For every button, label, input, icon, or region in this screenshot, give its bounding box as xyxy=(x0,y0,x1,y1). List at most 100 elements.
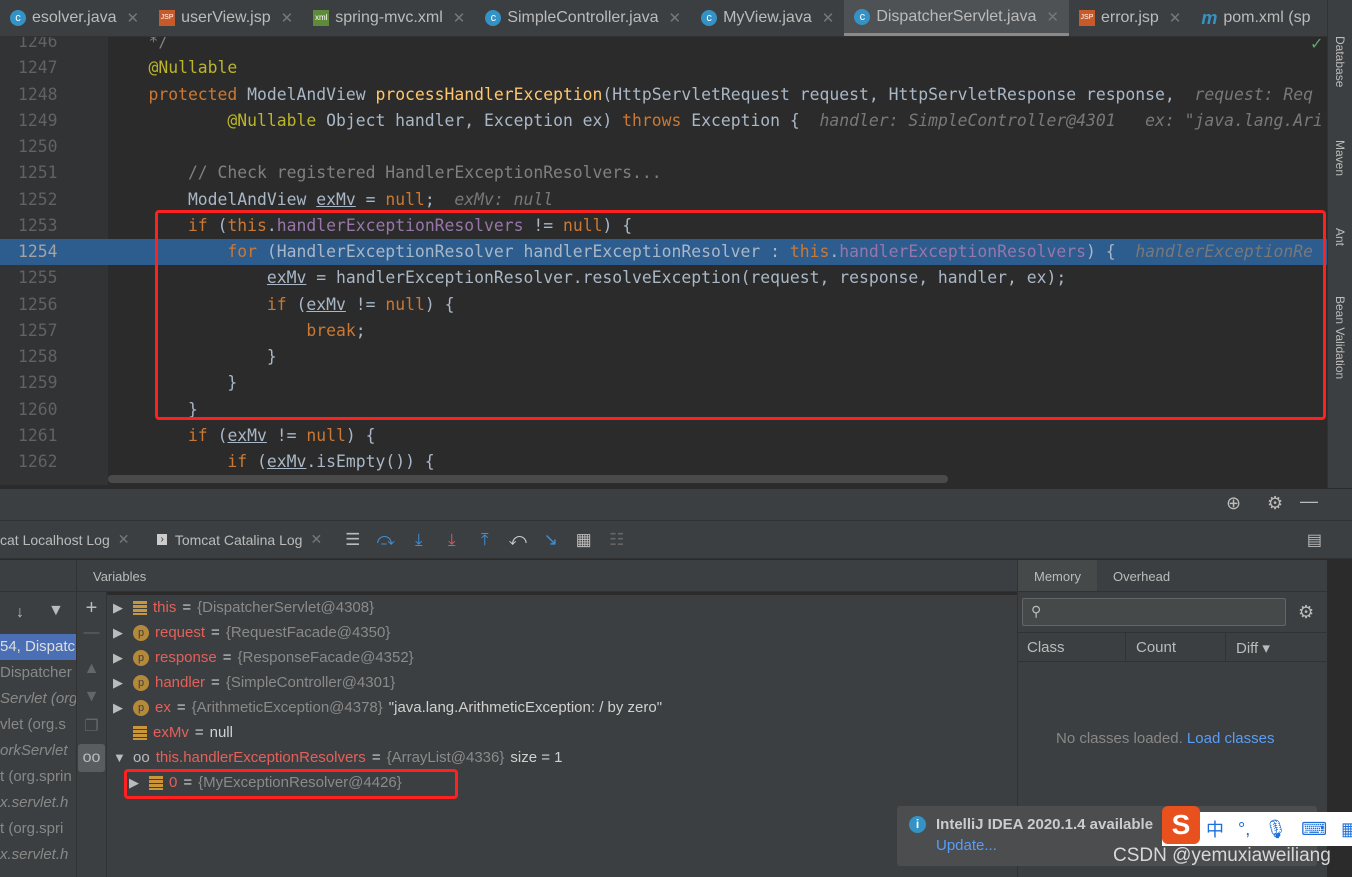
expand-icon[interactable]: ▶ xyxy=(113,700,127,716)
trace-icon[interactable]: ☷ xyxy=(600,530,633,550)
variable-row[interactable]: ▶ p request = {RequestFacade@4350} xyxy=(107,620,1017,645)
tab-overhead[interactable]: Overhead xyxy=(1097,560,1186,591)
frame-item[interactable]: Servlet (org xyxy=(0,686,76,712)
remove-icon[interactable]: — xyxy=(77,624,106,642)
column-class[interactable]: Class xyxy=(1018,633,1126,661)
gear-icon[interactable]: ⚙ xyxy=(1298,602,1314,623)
line-number[interactable]: 1254 xyxy=(18,239,58,265)
line-number[interactable]: 1255 xyxy=(18,265,58,291)
expand-icon[interactable]: ▼ xyxy=(113,750,127,765)
expand-icon[interactable]: ▶ xyxy=(113,625,127,641)
editor-tab[interactable]: JSP userView.jsp ✕ xyxy=(149,0,303,36)
variable-row[interactable]: ▶ p handler = {SimpleController@4301} xyxy=(107,670,1017,695)
line-number[interactable]: 1260 xyxy=(18,397,58,423)
step-out-icon[interactable]: ⤒ xyxy=(468,530,501,550)
up-icon[interactable]: ▲ xyxy=(77,660,106,678)
line-number[interactable]: 1248 xyxy=(18,82,58,108)
line-number[interactable]: 1258 xyxy=(18,344,58,370)
code-line: 1252 ModelAndView exMv = null; exMv: nul… xyxy=(0,187,1327,213)
line-number[interactable]: 1256 xyxy=(18,292,58,318)
expand-icon[interactable]: ▶ xyxy=(113,650,127,666)
load-classes-link[interactable]: Load classes xyxy=(1187,730,1275,747)
line-number[interactable]: 1262 xyxy=(18,449,58,475)
editor-tab[interactable]: c MyView.java ✕ xyxy=(691,0,844,36)
editor-tab[interactable]: c DispatcherServlet.java ✕ xyxy=(844,0,1069,36)
frame-item[interactable]: t (org.sprin xyxy=(0,764,76,790)
gear-icon[interactable]: ⚙ xyxy=(1267,493,1283,514)
line-number[interactable]: 1249 xyxy=(18,108,58,134)
frame-item[interactable]: x.servlet.h xyxy=(0,790,76,816)
step-into-icon[interactable]: ⤓ xyxy=(402,530,435,550)
tool-ant[interactable]: Ant xyxy=(1333,228,1347,246)
editor-tab[interactable]: c esolver.java ✕ xyxy=(0,0,149,36)
update-link[interactable]: Update... xyxy=(936,837,997,854)
microphone-icon[interactable]: 🎙 xyxy=(1264,819,1287,840)
frame-item[interactable]: vlet (org.s xyxy=(0,712,76,738)
step-over-icon[interactable]: ⤼ xyxy=(369,530,402,550)
frame-item[interactable]: Dispatcher xyxy=(0,660,76,686)
expand-icon[interactable]: ▶ xyxy=(113,600,127,616)
variable-row[interactable]: exMv = null xyxy=(107,720,1017,745)
close-icon[interactable]: ✕ xyxy=(453,9,466,27)
line-number[interactable]: 1250 xyxy=(18,134,58,160)
line-number[interactable]: 1252 xyxy=(18,187,58,213)
horizontal-scrollbar[interactable] xyxy=(108,475,948,483)
crosshair-icon[interactable]: ⊕ xyxy=(1226,493,1241,514)
tab-memory[interactable]: Memory xyxy=(1018,560,1097,591)
frame-item[interactable]: x.servlet.h xyxy=(0,842,76,868)
filter-icon[interactable]: ▼ xyxy=(48,602,64,620)
variable-row[interactable]: ▼ oo this.handlerExceptionResolvers = {Array… xyxy=(107,745,1017,770)
line-number[interactable]: 1253 xyxy=(18,213,58,239)
column-count[interactable]: Count xyxy=(1126,633,1226,661)
close-icon[interactable]: ✕ xyxy=(118,531,130,548)
apps-icon[interactable]: ▦ xyxy=(1341,819,1352,840)
close-icon[interactable]: ✕ xyxy=(1169,9,1182,27)
tab-catalina-log[interactable]: › Tomcat Catalina Log ✕ xyxy=(143,531,336,548)
run-to-cursor-icon[interactable]: ↘ xyxy=(534,530,567,550)
close-icon[interactable]: ✕ xyxy=(310,531,322,548)
line-number[interactable]: 1251 xyxy=(18,160,58,186)
tab-localhost-log[interactable]: cat Localhost Log ✕ xyxy=(0,531,143,548)
editor-tab[interactable]: xml spring-mvc.xml ✕ xyxy=(303,0,475,36)
line-number[interactable]: 1261 xyxy=(18,423,58,449)
editor-tab[interactable]: JSP error.jsp ✕ xyxy=(1069,0,1191,36)
line-number[interactable]: 1247 xyxy=(18,55,58,81)
variable-row[interactable]: ▶ p response = {ResponseFacade@4352} xyxy=(107,645,1017,670)
minimize-icon[interactable]: — xyxy=(1300,491,1318,512)
close-icon[interactable]: ✕ xyxy=(1046,8,1059,26)
close-icon[interactable]: ✕ xyxy=(822,9,835,27)
variable-row[interactable]: ▶ p ex = {ArithmeticException@4378} "java.lan… xyxy=(107,695,1017,720)
line-number[interactable]: 1257 xyxy=(18,318,58,344)
frame-item[interactable]: orkServlet xyxy=(0,738,76,764)
expand-icon[interactable]: ▶ xyxy=(113,675,127,691)
column-diff[interactable]: Diff ▾ xyxy=(1226,633,1280,661)
line-number[interactable]: 1246 xyxy=(18,37,58,55)
memory-search-input[interactable]: ⚲ xyxy=(1022,598,1286,626)
ime-lang[interactable]: 中 xyxy=(1206,816,1224,842)
layout-icon[interactable]: ▤ xyxy=(1307,530,1322,550)
code-line: 1246 */ xyxy=(0,37,1327,55)
tool-maven[interactable]: Maven xyxy=(1333,140,1347,176)
down-arrow-icon[interactable]: ↓ xyxy=(16,604,24,622)
keyboard-icon[interactable]: ⌨ xyxy=(1301,819,1327,840)
add-watch-icon[interactable]: + xyxy=(77,597,106,620)
down-icon[interactable]: ▼ xyxy=(77,688,106,706)
drop-frame-icon[interactable]: ⤺ xyxy=(501,530,534,550)
force-step-into-icon[interactable]: ⤓ xyxy=(435,530,468,550)
frame-item[interactable]: 54, Dispatc xyxy=(0,634,76,660)
ime-punct[interactable]: °, xyxy=(1238,819,1250,840)
close-icon[interactable]: ✕ xyxy=(127,9,140,27)
frame-item[interactable]: t (org.spri xyxy=(0,816,76,842)
tool-bean-validation[interactable]: Bean Validation xyxy=(1333,296,1347,379)
close-icon[interactable]: ✕ xyxy=(669,9,682,27)
variable-row[interactable]: ▶ this = {DispatcherServlet@4308} xyxy=(107,595,1017,620)
line-number[interactable]: 1259 xyxy=(18,370,58,396)
editor-tab[interactable]: c SimpleController.java ✕ xyxy=(475,0,691,36)
frames-icon[interactable]: ☰ xyxy=(336,530,369,550)
watches-toggle-icon[interactable]: oo xyxy=(78,744,105,772)
evaluate-icon[interactable]: ▦ xyxy=(567,530,600,550)
copy-icon[interactable]: ❐ xyxy=(77,716,106,736)
close-icon[interactable]: ✕ xyxy=(281,9,294,27)
tool-database[interactable]: Database xyxy=(1333,36,1347,87)
editor-tab[interactable]: m pom.xml (sp xyxy=(1191,0,1320,36)
